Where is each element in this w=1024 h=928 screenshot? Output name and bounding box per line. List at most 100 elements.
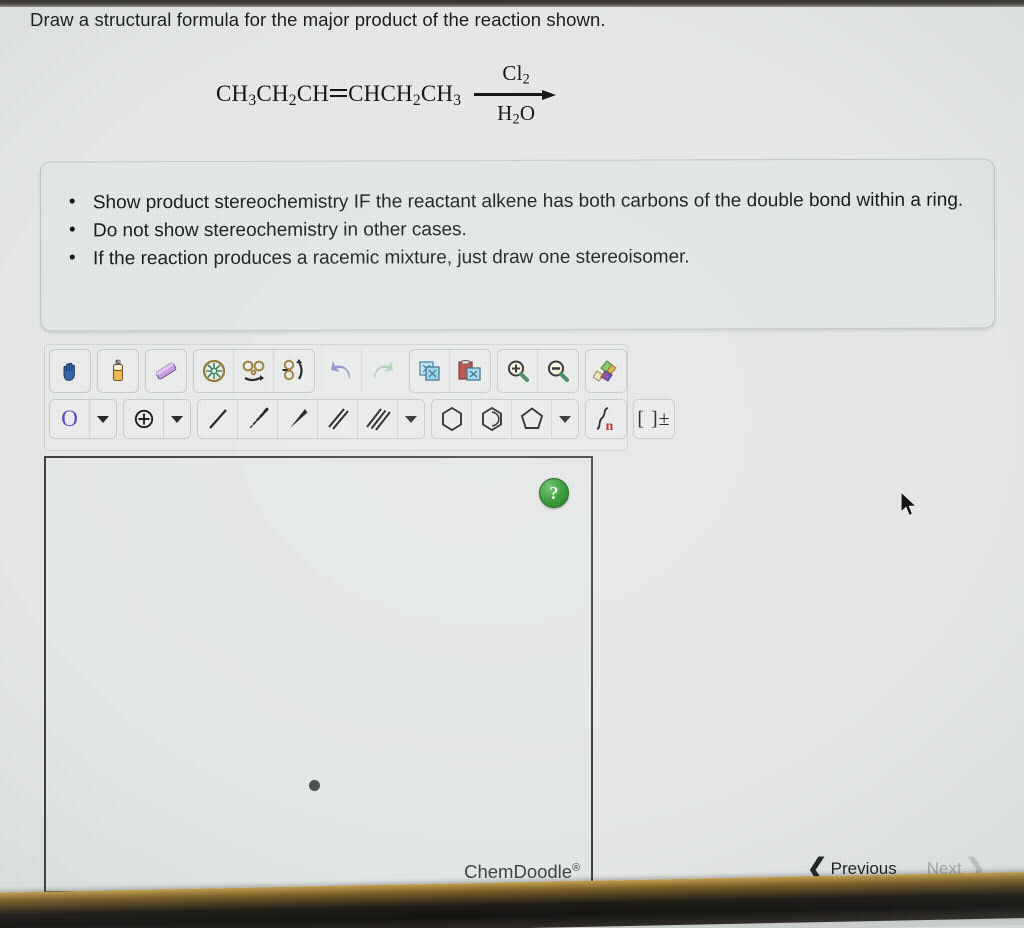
tool-group-bracket: [ ]± [633,399,675,439]
instruction-item: If the reaction produces a racemic mixtu… [93,244,968,273]
tool-group-zoom [497,349,579,393]
double-bond-tool[interactable] [318,400,358,438]
reactant-left-part: CH3CH2CH [216,80,330,109]
reactant-right-part: CHCH2CH3 [348,80,462,109]
reagent-below: H2O [497,101,536,128]
flip-vertical-tool[interactable] [274,350,314,392]
charge-tool[interactable] [124,400,164,438]
flip-horizontal-tool[interactable] [234,350,274,392]
paste-button[interactable] [450,350,490,392]
repeat-unit-tool[interactable]: n [586,400,626,438]
tool-group-eraser [145,349,187,393]
charge-plus-circle-icon [134,409,153,429]
undo-button[interactable] [322,350,362,392]
flip-vertical-icon [282,359,303,381]
zoom-in-button[interactable] [498,350,538,392]
bond-dropdown[interactable] [398,400,424,438]
flip-horizontal-icon [242,360,264,382]
tool-group-charge [123,399,191,439]
instructions-list: Show product stereochemistry IF the reac… [41,160,994,273]
tool-group-history [321,349,403,393]
tool-group-bonds [197,399,425,439]
tool-group-eyedropper [97,349,139,393]
eyedropper-tool[interactable] [98,350,138,392]
svg-text:n: n [606,419,614,433]
toolbar-row-2: O n []± [49,399,675,439]
top-bezel-strip [0,0,1024,7]
eraser-tool[interactable] [146,350,186,392]
triple-bond-tool[interactable] [358,400,398,438]
element-dropdown[interactable] [90,400,116,438]
help-button[interactable]: ? [539,478,569,508]
cyclohexane-icon [441,406,462,432]
tool-group-rings [431,399,579,439]
reactant-formula: CH3CH2CH CHCH2CH3 [216,81,461,110]
single-bond-icon [208,409,227,429]
copy-button[interactable] [410,350,450,392]
color-palette-icon [593,360,617,382]
toolbar-row-1 [49,349,627,393]
canvas-dot-artifact [309,780,320,791]
chevron-down-icon [171,415,183,423]
instructions-panel: Show product stereochemistry IF the reac… [39,158,996,332]
bracket-tool[interactable]: [ ]± [634,400,674,438]
paste-icon [458,360,481,381]
double-bond-glyph [330,88,348,98]
triple-bond-icon [365,408,391,431]
pan-hand-tool[interactable] [50,350,90,392]
reaction-arrow-group: Cl2 H2O [474,62,558,128]
reaction-scheme: CH3CH2CH CHCH2CH3 Cl2 H2O [216,62,558,128]
copy-icon [418,361,440,381]
redo-arrow-icon [374,361,393,378]
charge-dropdown[interactable] [164,400,190,438]
cyclopentane-icon [520,407,543,429]
chemdoodle-watermark: ChemDoodle® [464,861,580,883]
zoom-in-icon [507,360,529,382]
registered-mark-icon: ® [572,861,580,874]
chemdoodle-watermark-text: ChemDoodle [464,861,573,882]
eraser-icon [155,362,177,380]
benzene-tool[interactable] [472,400,512,438]
mouse-cursor-icon [900,491,918,517]
center-optimize-tool[interactable] [194,350,234,392]
redo-button[interactable] [362,350,402,392]
editor-toolbar: O n []± [44,344,675,451]
chemdoodle-editor: O n []± ? ChemDoodle® [44,344,675,894]
hand-icon [63,362,75,381]
cyclohexane-tool[interactable] [432,400,472,438]
ring-dropdown[interactable] [552,400,578,438]
cyclopentane-tool[interactable] [512,400,552,438]
undo-arrow-icon [330,361,350,378]
zoom-out-icon [548,360,569,382]
hashed-bond-icon [249,407,268,429]
element-label-tool[interactable]: O [50,400,90,438]
hashed-bond-tool[interactable] [238,400,278,438]
screenshot-root: Draw a structural formula for the major … [0,0,1024,928]
zoom-out-button[interactable] [538,350,578,392]
eyedropper-icon [113,359,123,381]
tool-group-clipboard [409,349,491,393]
instruction-item: Show product stereochemistry IF the reac… [93,188,968,217]
center-optimize-icon [202,359,225,383]
repeat-unit-icon: n [596,407,614,433]
chevron-down-icon [97,415,109,423]
chevron-down-icon [405,415,417,423]
wedge-bond-tool[interactable] [278,400,318,438]
reaction-arrow-icon [474,88,558,100]
benzene-icon [481,406,502,432]
tool-group-element: O [49,399,117,439]
page-title: Draw a structural formula for the major … [30,9,606,30]
tool-group-color [585,349,627,393]
wedge-bond-icon [289,409,307,428]
drawing-canvas[interactable]: ? ChemDoodle® [44,456,593,893]
tool-group-hand [49,349,91,393]
chevron-down-icon [559,415,571,423]
instruction-item: Do not show stereochemistry in other cas… [93,216,968,245]
element-label-text: O [61,406,78,431]
bracket-label: [ ]± [637,407,671,430]
tool-group-transforms [193,349,315,393]
single-bond-tool[interactable] [198,400,238,438]
double-bond-icon [327,408,349,430]
color-tool[interactable] [586,350,626,392]
reagent-above: Cl2 [502,61,530,88]
